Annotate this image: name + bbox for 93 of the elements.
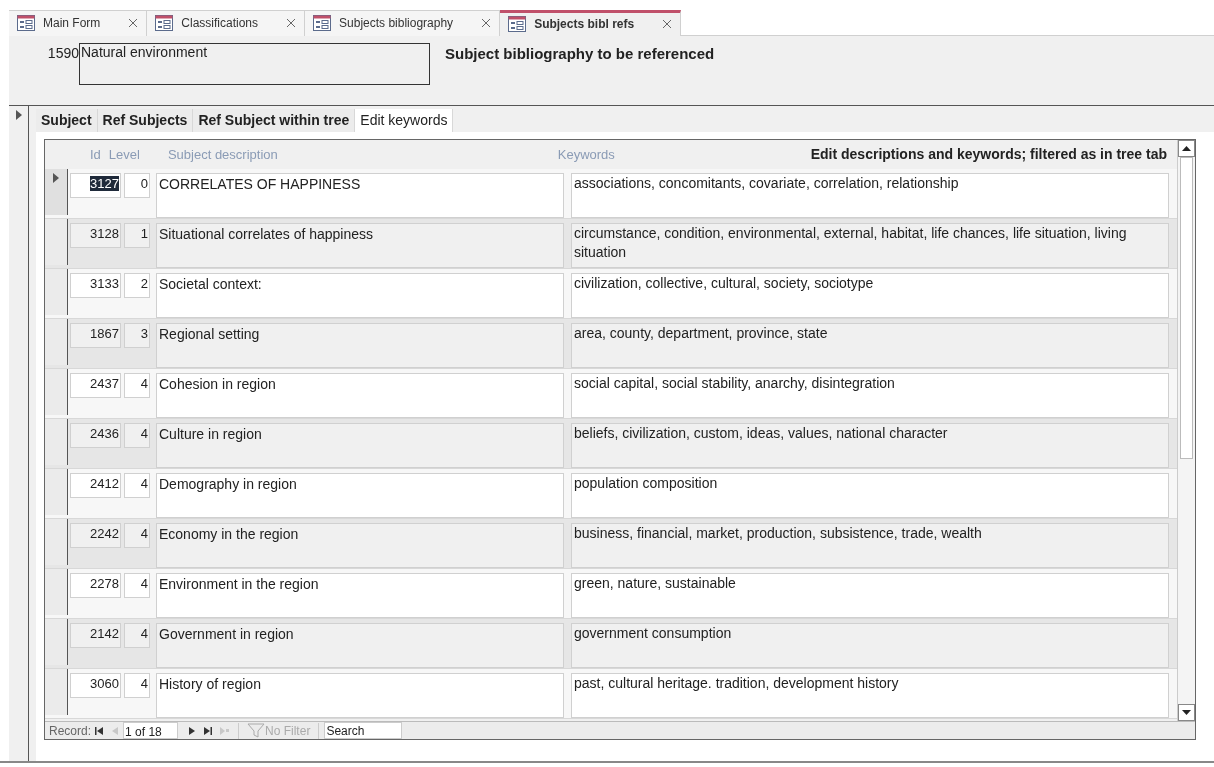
new-record-icon: [219, 725, 230, 736]
row-selector[interactable]: [45, 419, 68, 466]
form-tab[interactable]: Ref Subjects: [97, 109, 194, 133]
scroll-down-icon[interactable]: [1178, 704, 1195, 722]
id-field[interactable]: 3128: [70, 223, 121, 249]
form-tab[interactable]: Subject: [36, 109, 98, 133]
id-field[interactable]: 3060: [70, 673, 121, 699]
id-field[interactable]: 1867: [70, 323, 121, 349]
document-tab[interactable]: Main Form: [9, 9, 148, 36]
description-field[interactable]: Societal context:: [156, 273, 564, 319]
current-row-icon: [53, 173, 59, 184]
document-tab[interactable]: Classifications: [147, 9, 306, 36]
subject-id: 1590: [46, 43, 79, 63]
column-header: Keywords: [557, 145, 615, 164]
row-selector[interactable]: [45, 469, 68, 516]
description-field[interactable]: Demography in region: [156, 473, 564, 519]
keywords-field[interactable]: circumstance, condition, environmental, external, habitat, life chances, life situation, living situation: [571, 223, 1169, 269]
level-field[interactable]: 4: [124, 573, 150, 599]
id-field[interactable]: 2437: [70, 373, 121, 399]
form-icon: [155, 15, 174, 32]
row-selector[interactable]: [45, 619, 68, 666]
level-field[interactable]: 4: [124, 423, 150, 449]
search-field[interactable]: Search: [324, 722, 403, 740]
keywords-field[interactable]: civilization, collective, cultural, society, sociotype: [571, 273, 1169, 319]
column-header: Subject description: [167, 145, 278, 164]
form-tab[interactable]: Edit keywords: [355, 109, 454, 133]
row-selector[interactable]: [45, 669, 68, 716]
id-field[interactable]: 3127: [70, 173, 121, 199]
first-record-icon: [94, 725, 105, 736]
level-field[interactable]: 4: [124, 673, 150, 699]
description-field[interactable]: CORRELATES OF HAPPINESS: [156, 173, 564, 219]
subject-name-field[interactable]: Natural environment: [79, 42, 430, 85]
previous-record-icon: [110, 725, 121, 736]
keywords-field[interactable]: past, cultural heritage. tradition, development history: [571, 673, 1169, 719]
keywords-field[interactable]: population composition: [571, 473, 1169, 519]
funnel-icon: [247, 722, 266, 739]
row-selector[interactable]: [45, 569, 68, 616]
level-field[interactable]: 0: [124, 173, 150, 199]
subform-caption: Edit descriptions and keywords; filtered as in tree tab: [810, 145, 1167, 165]
record-label: Record:: [49, 722, 92, 740]
form-icon: [508, 16, 527, 33]
id-field[interactable]: 2436: [70, 423, 121, 449]
level-field[interactable]: 4: [124, 373, 150, 399]
id-field[interactable]: 2412: [70, 473, 121, 499]
description-field[interactable]: Cohesion in region: [156, 373, 564, 419]
level-field[interactable]: 2: [124, 273, 150, 299]
keywords-field[interactable]: associations, concomitants, covariate, correlation, relationship: [571, 173, 1169, 219]
level-field[interactable]: 4: [124, 623, 150, 649]
level-field[interactable]: 4: [124, 473, 150, 499]
id-field[interactable]: 2278: [70, 573, 121, 599]
form-title: Subject bibliography to be referenced: [445, 43, 715, 64]
keywords-field[interactable]: government consumption: [571, 623, 1169, 669]
close-icon[interactable]: [481, 18, 492, 29]
last-record-icon: [203, 725, 214, 736]
description-field[interactable]: Regional setting: [156, 323, 564, 369]
column-header: Level: [108, 145, 140, 164]
keywords-field[interactable]: area, county, department, province, state: [571, 323, 1169, 369]
description-field[interactable]: History of region: [156, 673, 564, 719]
row-selector[interactable]: [45, 519, 68, 566]
id-field[interactable]: 2242: [70, 523, 121, 549]
description-field[interactable]: Situational correlates of happiness: [156, 223, 564, 269]
current-record-icon: [15, 110, 22, 121]
keywords-field[interactable]: business, financial, market, production, subsistence, trade, wealth: [571, 523, 1169, 569]
id-field[interactable]: 3133: [70, 273, 121, 299]
document-tab[interactable]: Subjects bibliography: [305, 9, 501, 36]
row-selector[interactable]: [45, 269, 68, 316]
close-icon[interactable]: [286, 18, 297, 29]
column-header: Id: [90, 145, 101, 164]
level-field[interactable]: 1: [124, 223, 150, 249]
keywords-field[interactable]: social capital, social stability, anarchy, disintegration: [571, 373, 1169, 419]
keywords-field[interactable]: beliefs, civilization, custom, ideas, values, national character: [571, 423, 1169, 469]
close-icon[interactable]: [662, 19, 673, 30]
form-icon: [313, 15, 332, 32]
record-position-field[interactable]: 1 of 18: [123, 722, 179, 740]
level-field[interactable]: 4: [124, 523, 150, 549]
row-selector[interactable]: [45, 319, 68, 366]
document-tab[interactable]: Subjects bibl refs: [500, 9, 682, 36]
description-field[interactable]: Culture in region: [156, 423, 564, 469]
keywords-field[interactable]: green, nature, sustainable: [571, 573, 1169, 619]
vertical-scrollbar[interactable]: [1177, 140, 1195, 722]
row-selector[interactable]: [45, 369, 68, 416]
description-field[interactable]: Government in region: [156, 623, 564, 669]
form-icon: [17, 15, 35, 32]
scroll-thumb[interactable]: [1180, 157, 1193, 460]
id-field[interactable]: 2142: [70, 623, 121, 649]
close-icon[interactable]: [128, 18, 139, 29]
level-field[interactable]: 3: [124, 323, 150, 349]
row-selector[interactable]: [45, 169, 68, 216]
description-field[interactable]: Environment in the region: [156, 573, 564, 619]
form-tab[interactable]: Ref Subject within tree: [193, 109, 356, 133]
description-field[interactable]: Economy in the region: [156, 523, 564, 569]
row-selector[interactable]: [45, 219, 68, 266]
scroll-up-icon[interactable]: [1178, 140, 1195, 158]
